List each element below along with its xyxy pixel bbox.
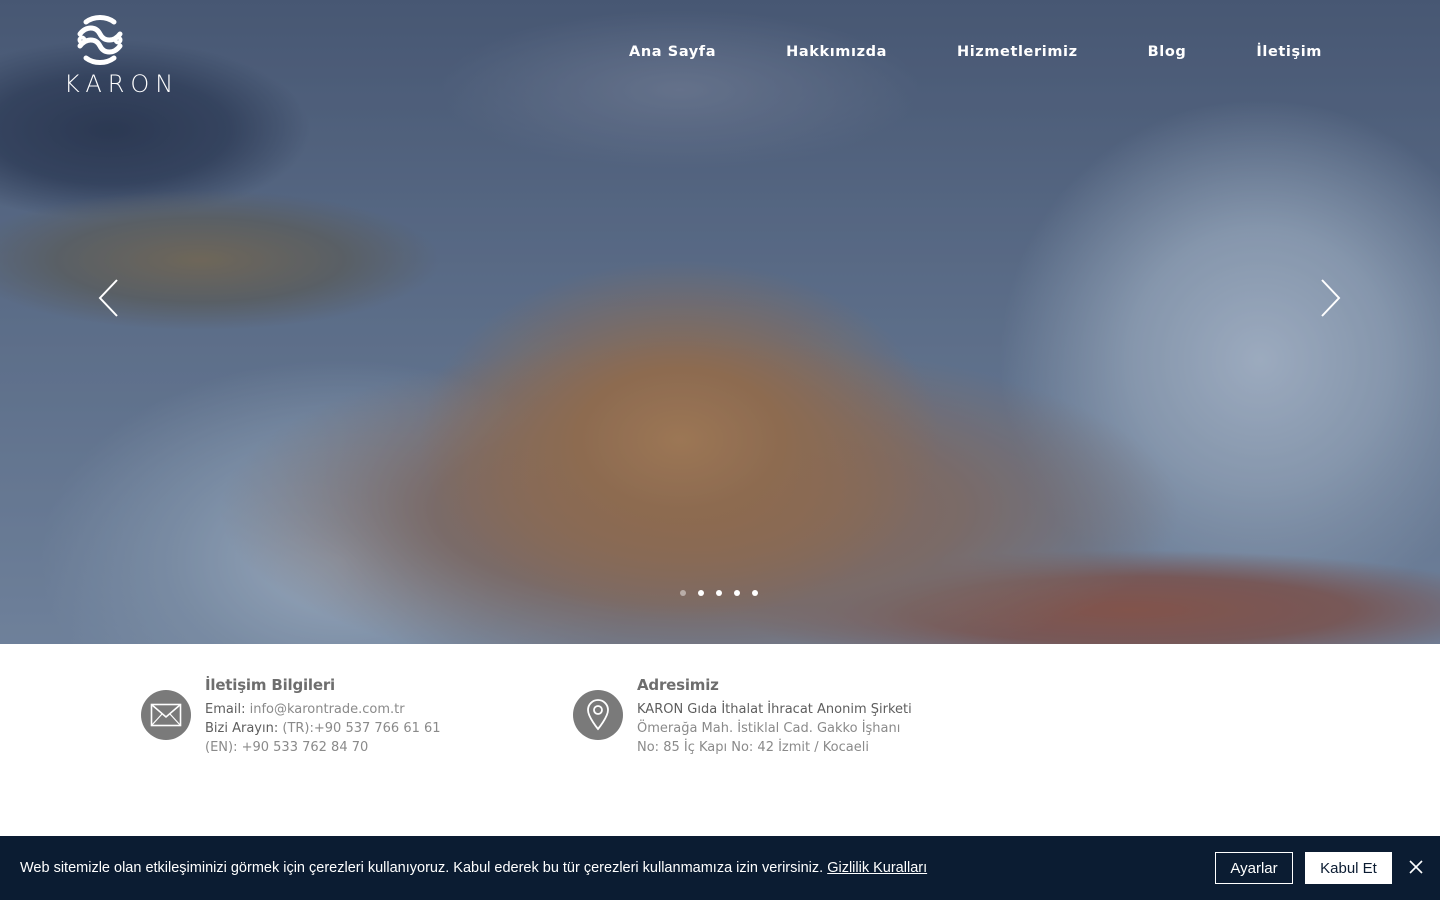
email-line: Email: info@karontrade.com.tr [205,700,585,719]
mail-icon [150,703,182,727]
slider-dot-1[interactable] [680,590,686,596]
privacy-policy-link[interactable]: Gizlilik Kuralları [827,860,927,876]
slider-dot-4[interactable] [734,590,740,596]
nav-item-blog[interactable]: Blog [1113,44,1222,68]
contact-section: İletişim Bilgileri Email: info@karontrad… [0,644,1440,836]
address-title: Adresimiz [637,676,719,694]
email-link[interactable]: info@karontrade.com.tr [250,702,405,717]
address-line-2: No: 85 İç Kapı No: 42 İzmit / Kocaeli [637,740,869,755]
location-pin-icon [587,699,609,731]
phone-en[interactable]: (EN): +90 533 762 84 70 [205,738,585,757]
cookie-banner: Web sitemizle olan etkileşiminizi görmek… [0,836,1440,900]
address-line-1: Ömerağa Mah. İstiklal Cad. Gakko İşhanı [637,721,901,736]
cookie-message: Web sitemizle olan etkileşiminizi görmek… [20,860,927,876]
nav-item-home[interactable]: Ana Sayfa [594,44,751,68]
logo-text: KARON [64,70,180,98]
phone-tr[interactable]: (TR):+90 537 766 61 61 [282,721,440,736]
email-label: Email: [205,702,246,717]
nav-item-contact[interactable]: İletişim [1221,44,1357,68]
chevron-left-icon [98,279,118,317]
contact-info-title: İletişim Bilgileri [205,676,335,694]
cookie-accept-button[interactable]: Kabul Et [1305,852,1392,884]
cookie-message-text: Web sitemizle olan etkileşiminizi görmek… [20,860,824,876]
cookie-settings-button[interactable]: Ayarlar [1215,852,1293,884]
location-icon-circle [573,690,623,740]
slider-dot-5[interactable] [752,590,758,596]
phone-tr-line: Bizi Arayın: (TR):+90 537 766 61 61 [205,719,585,738]
hero-slider: KARON Ana Sayfa Hakkımızda Hizmetlerimiz… [0,0,1440,644]
chevron-right-icon [1321,279,1341,317]
close-icon [1409,860,1423,874]
nav-item-services[interactable]: Hizmetlerimiz [922,44,1113,68]
cookie-close-button[interactable] [1408,859,1424,875]
slider-pagination [680,590,758,596]
slider-next-button[interactable] [1318,278,1342,318]
logo-mark-icon [77,15,123,65]
slider-dot-3[interactable] [716,590,722,596]
nav-item-about[interactable]: Hakkımızda [751,44,922,68]
slider-prev-button[interactable] [97,278,121,318]
phone-label: Bizi Arayın: [205,721,279,736]
slider-dot-2[interactable] [698,590,704,596]
company-name: KARON Gıda İthalat İhracat Anonim Şirket… [637,702,912,717]
mail-icon-circle [141,690,191,740]
main-nav: Ana Sayfa Hakkımızda Hizmetlerimiz Blog … [594,44,1357,68]
logo[interactable]: KARON [58,12,180,102]
